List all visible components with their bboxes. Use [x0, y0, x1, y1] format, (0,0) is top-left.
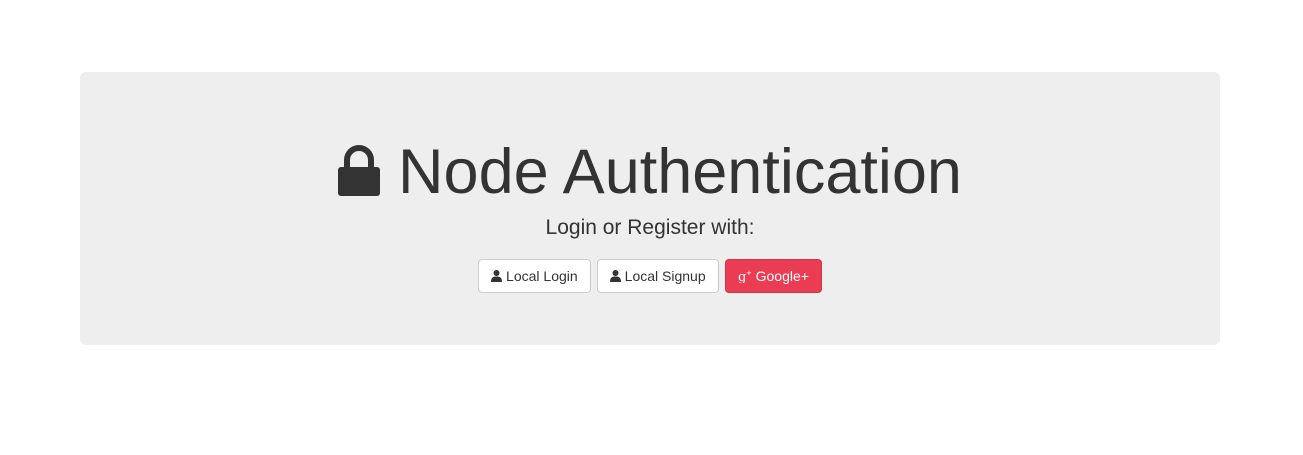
- google-plus-icon: g +: [738, 269, 752, 283]
- user-icon: [491, 270, 503, 282]
- local-login-label: Local Login: [506, 268, 578, 284]
- google-plus-button[interactable]: g + Google+: [724, 259, 822, 293]
- local-signup-button[interactable]: Local Signup: [596, 259, 719, 293]
- page-title: Node Authentication: [80, 134, 1220, 210]
- subtitle: Login or Register with:: [545, 216, 755, 239]
- auth-buttons: Local Login Local Signup g + Google+: [80, 259, 1220, 293]
- local-signup-label: Local Signup: [624, 268, 706, 284]
- google-plus-label: Google+: [755, 268, 809, 284]
- local-login-button[interactable]: Local Login: [478, 259, 591, 293]
- jumbotron: Node Authentication Login or Register wi…: [80, 72, 1220, 345]
- user-icon: [609, 270, 621, 282]
- svg-text:+: +: [746, 269, 752, 277]
- page-title-text: Node Authentication: [398, 137, 962, 207]
- lock-icon: [338, 145, 381, 196]
